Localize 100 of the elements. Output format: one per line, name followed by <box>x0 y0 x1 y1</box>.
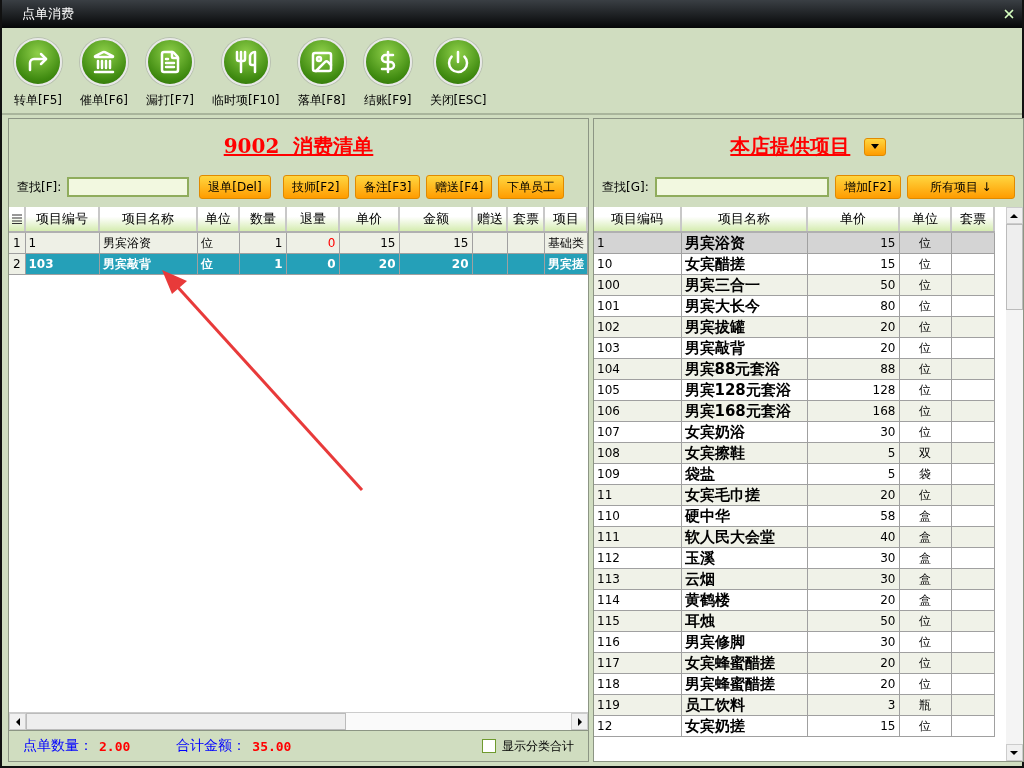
table-row[interactable]: 104 男宾88元套浴 88 位 <box>594 358 994 380</box>
table-cell: 112 <box>594 547 681 569</box>
table-row[interactable]: 115 耳烛 50 位 <box>594 610 994 632</box>
table-row[interactable]: 101 男宾大长今 80 位 <box>594 295 994 317</box>
table-row[interactable]: 110 硬中华 58 盒 <box>594 505 994 527</box>
table-cell: 114 <box>594 589 681 611</box>
count-label: 点单数量： <box>23 737 93 755</box>
column-header[interactable]: 套票 <box>507 207 544 232</box>
dollar-icon <box>363 38 412 86</box>
column-header[interactable]: 数量 <box>239 207 286 232</box>
column-header[interactable]: 套票 <box>951 207 994 232</box>
action-button[interactable]: 所有项目 ↓ <box>906 175 1015 199</box>
column-header[interactable]: 项目编号 <box>25 207 99 232</box>
table-row[interactable]: 117 女宾蜂蜜醋搓 20 位 <box>594 652 994 674</box>
table-row[interactable]: 106 男宾168元套浴 168 位 <box>594 400 994 422</box>
table-row[interactable]: 118 男宾蜂蜜醋搓 20 位 <box>594 673 994 695</box>
table-row[interactable]: 109 袋盐 5 袋 <box>594 463 994 485</box>
dropdown-button[interactable] <box>864 137 887 156</box>
caret-icon <box>871 144 880 149</box>
toolbar-button[interactable]: 临时项[F10] <box>212 38 280 113</box>
column-header[interactable]: 退量 <box>286 207 339 232</box>
table-row[interactable]: 107 女宾奶浴 30 位 <box>594 421 994 443</box>
scroll-right-icon[interactable] <box>575 717 584 726</box>
search-field[interactable] <box>67 177 190 197</box>
horizontal-scrollbar[interactable] <box>9 712 588 730</box>
window-title: 点单消费 <box>22 5 74 23</box>
column-header[interactable]: 赠送 <box>472 207 507 232</box>
scroll-thumb[interactable] <box>26 713 346 730</box>
utensils-icon <box>221 38 270 86</box>
table-cell: 11 <box>594 484 681 506</box>
column-header[interactable]: 项目名称 <box>99 207 197 232</box>
scroll-up-icon[interactable] <box>1010 211 1019 220</box>
toolbar-button[interactable]: 漏打[F7] <box>146 38 194 113</box>
toolbar-button[interactable]: 转单[F5] <box>14 38 62 113</box>
column-header[interactable]: 项目 <box>544 207 587 232</box>
table-cell: 101 <box>594 295 681 317</box>
toolbar-button[interactable]: 落单[F8] <box>297 38 346 113</box>
table-row[interactable]: 103 男宾敲背 20 位 <box>594 337 994 359</box>
checkbox-label: 显示分类合计 <box>502 737 574 755</box>
action-button[interactable]: 备注[F3] <box>354 175 421 199</box>
scroll-down-icon[interactable] <box>1010 748 1019 757</box>
table-row[interactable]: 116 男宾修脚 30 位 <box>594 631 994 653</box>
table-cell: 107 <box>594 421 681 443</box>
row-number: 1 <box>9 232 25 254</box>
table-cell: 106 <box>594 400 681 422</box>
table-row[interactable]: 100 男宾三合一 50 位 <box>594 274 994 296</box>
table-cell: 104 <box>594 358 681 380</box>
table-cell: 110 <box>594 505 681 527</box>
table-row[interactable]: 10 女宾醋搓 15 位 <box>594 253 994 275</box>
row-number: 2 <box>9 253 25 275</box>
checkbox[interactable] <box>482 739 496 753</box>
action-button[interactable]: 退单[Del] <box>199 175 271 199</box>
action-button[interactable]: 技师[F2] <box>282 175 349 199</box>
close-icon[interactable] <box>1002 7 1016 21</box>
table-cell: 1 <box>594 232 681 254</box>
column-header[interactable]: 单价 <box>339 207 399 232</box>
column-header[interactable]: 单位 <box>197 207 239 232</box>
toolbar-button[interactable]: 催单[F6] <box>80 38 128 113</box>
power-icon <box>434 38 482 86</box>
column-header[interactable]: 单位 <box>899 207 951 232</box>
table-row[interactable]: 11 女宾毛巾搓 20 位 <box>594 484 994 506</box>
table-cell: 103 <box>594 337 681 359</box>
table-row[interactable]: 112 玉溪 30 盒 <box>594 547 994 569</box>
toolbar-button[interactable]: 结账[F9] <box>363 38 412 113</box>
count-value: 2.00 <box>99 738 131 754</box>
search-field[interactable] <box>654 177 829 197</box>
column-header[interactable]: 金额 <box>399 207 472 232</box>
table-row[interactable]: 111 软人民大会堂 40 盒 <box>594 526 994 548</box>
table-cell: 12 <box>594 715 681 737</box>
toolbar-button[interactable]: 关闭[ESC] <box>429 38 487 113</box>
table-cell: 119 <box>594 694 681 716</box>
table-cell: 117 <box>594 652 681 674</box>
table-cell: 102 <box>594 316 681 338</box>
table-cell: 105 <box>594 379 681 401</box>
action-button[interactable]: 赠送[F4] <box>426 175 493 199</box>
table-row[interactable]: 113 云烟 30 盒 <box>594 568 994 590</box>
building-icon <box>80 38 128 86</box>
total-value: 35.00 <box>252 738 292 754</box>
table-row[interactable]: 114 黄鹤楼 20 盒 <box>594 589 994 611</box>
column-header[interactable]: 项目名称 <box>681 207 807 232</box>
table-cell: 111 <box>594 526 681 548</box>
table-cell: 108 <box>594 442 681 464</box>
table-row[interactable]: 1 男宾浴资 15 位 <box>594 232 994 254</box>
table-cell: 115 <box>594 610 681 632</box>
total-label: 合计金额： <box>176 737 247 755</box>
table-cell: 109 <box>594 463 681 485</box>
table-row[interactable]: 1 1 男宾浴资 位 1 0 15 15 基础类 <box>9 232 587 254</box>
table-row[interactable]: 108 女宾擦鞋 5 双 <box>594 442 994 464</box>
table-row[interactable]: 119 员工饮料 3 瓶 <box>594 694 994 716</box>
table-row[interactable]: 2 103 男宾敲背 位 1 0 20 20 男宾搓 <box>9 253 587 275</box>
table-cell: 118 <box>594 673 681 695</box>
column-header[interactable]: 单价 <box>807 207 899 232</box>
table-row[interactable]: 105 男宾128元套浴 128 位 <box>594 379 994 401</box>
action-button[interactable]: 下单员工 <box>498 175 565 199</box>
table-row[interactable]: 12 女宾奶搓 15 位 <box>594 715 994 737</box>
panel-title: 本店提供项目 <box>730 133 851 160</box>
column-header[interactable]: 项目编码 <box>594 207 681 232</box>
table-row[interactable]: 102 男宾拔罐 20 位 <box>594 316 994 338</box>
action-button[interactable]: 增加[F2] <box>834 175 901 199</box>
table-cell: 116 <box>594 631 681 653</box>
